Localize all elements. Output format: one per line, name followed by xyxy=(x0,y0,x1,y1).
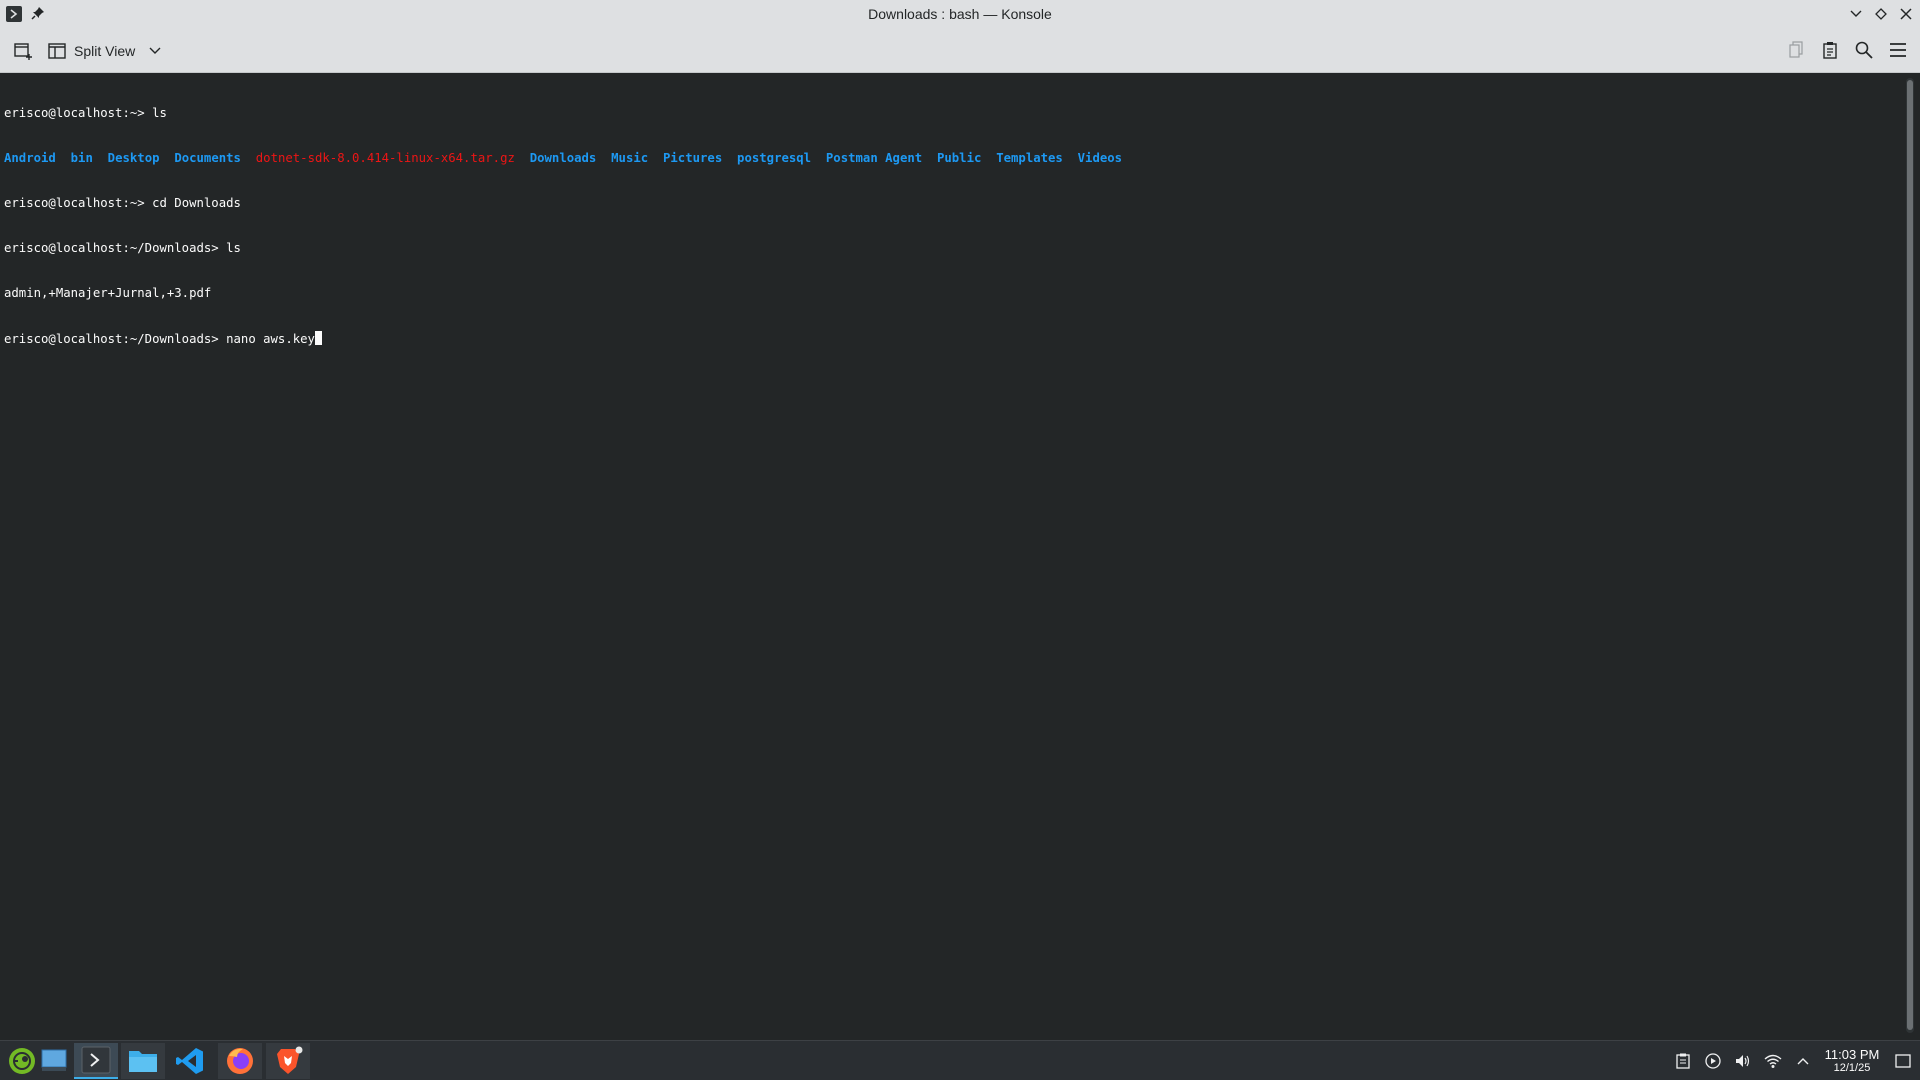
split-view-button[interactable]: Split View xyxy=(48,38,161,64)
wifi-icon[interactable] xyxy=(1758,1041,1788,1080)
volume-icon[interactable] xyxy=(1728,1041,1758,1080)
clock-date: 12/1/25 xyxy=(1833,1062,1871,1074)
shell-command: nano aws.key xyxy=(226,332,315,346)
shell-prompt: erisco@localhost:~> xyxy=(4,106,153,120)
shell-prompt: erisco@localhost:~/Downloads> xyxy=(4,332,227,346)
konsole-icon[interactable] xyxy=(74,1043,118,1079)
maximize-button[interactable] xyxy=(1872,5,1889,23)
shell-command: ls xyxy=(152,106,167,120)
media-player-icon[interactable] xyxy=(1698,1041,1728,1080)
window-title: Downloads : bash — Konsole xyxy=(868,6,1052,22)
clipboard-icon[interactable] xyxy=(1668,1041,1698,1080)
shell-command: cd Downloads xyxy=(152,196,241,210)
search-icon[interactable] xyxy=(1854,40,1874,60)
vscode-icon[interactable] xyxy=(168,1043,212,1079)
shell-command: ls xyxy=(226,241,241,255)
shell-prompt: erisco@localhost:~> xyxy=(4,196,153,210)
paste-icon[interactable] xyxy=(1820,40,1840,60)
chevron-up-icon[interactable] xyxy=(1788,1041,1818,1080)
text-cursor xyxy=(314,331,322,345)
ls-entry-dir: Postman Agent xyxy=(825,151,923,165)
ls-output-line: Android bin Desktop Documents dotnet-sdk… xyxy=(4,151,1898,166)
ls-entry-dir: Desktop xyxy=(107,151,160,165)
clock[interactable]: 11:03 PM 12/1/25 xyxy=(1818,1041,1886,1080)
brave-icon[interactable] xyxy=(266,1043,310,1079)
terminal-line: erisco@localhost:~/Downloads> ls xyxy=(4,241,1898,256)
ls-entry-dir: Public xyxy=(936,151,982,165)
copy-icon[interactable] xyxy=(1786,40,1806,60)
system-tray: 11:03 PM 12/1/25 xyxy=(1668,1041,1920,1080)
terminal-output[interactable]: erisco@localhost:~> ls Android bin Deskt… xyxy=(0,74,1902,1038)
new-tab-icon[interactable] xyxy=(12,40,34,62)
terminal-line: erisco@localhost:~> ls xyxy=(4,106,1898,121)
clock-time: 11:03 PM xyxy=(1824,1047,1880,1062)
ls-entry-dir: Downloads xyxy=(529,151,597,165)
close-button[interactable] xyxy=(1897,5,1914,23)
konsole-toolbar: Split View xyxy=(0,29,1920,73)
desktop-icon[interactable] xyxy=(32,1043,76,1079)
ls-entry-dir: Videos xyxy=(1077,151,1123,165)
ls-entry-dir: Documents xyxy=(174,151,241,165)
split-view-icon xyxy=(48,43,66,59)
hamburger-menu-icon[interactable] xyxy=(1888,40,1908,60)
ls-entry-dir: Templates xyxy=(996,151,1063,165)
window-titlebar[interactable]: Downloads : bash — Konsole xyxy=(0,0,1920,29)
terminal-scrollbar[interactable] xyxy=(1906,78,1914,1033)
terminal-line: erisco@localhost:~> cd Downloads xyxy=(4,196,1898,211)
show-desktop-icon[interactable] xyxy=(1886,1041,1920,1080)
chevron-down-icon xyxy=(149,47,161,54)
ls-entry-dir: Pictures xyxy=(663,151,723,165)
ls-entry-dir: Android xyxy=(4,151,56,165)
ls-entry-dir: postgresql xyxy=(737,151,812,165)
ls-entry-dir: Music xyxy=(611,151,649,165)
ls-entry-dir: bin xyxy=(70,151,93,165)
split-view-label: Split View xyxy=(74,43,136,59)
terminal-line: admin,+Manajer+Jurnal,+3.pdf xyxy=(4,286,1898,301)
shell-prompt: erisco@localhost:~/Downloads> xyxy=(4,241,227,255)
scrollbar-thumb[interactable] xyxy=(1907,80,1913,1030)
taskbar: 11:03 PM 12/1/25 xyxy=(0,1040,1920,1080)
folder-icon[interactable] xyxy=(121,1043,165,1079)
command-output: admin,+Manajer+Jurnal,+3.pdf xyxy=(4,286,212,300)
terminal-line: erisco@localhost:~/Downloads> nano aws.k… xyxy=(4,331,1898,346)
ls-entry-archive: dotnet-sdk-8.0.414-linux-x64.tar.gz xyxy=(255,151,515,165)
minimize-button[interactable] xyxy=(1847,5,1864,23)
firefox-icon[interactable] xyxy=(218,1043,262,1079)
